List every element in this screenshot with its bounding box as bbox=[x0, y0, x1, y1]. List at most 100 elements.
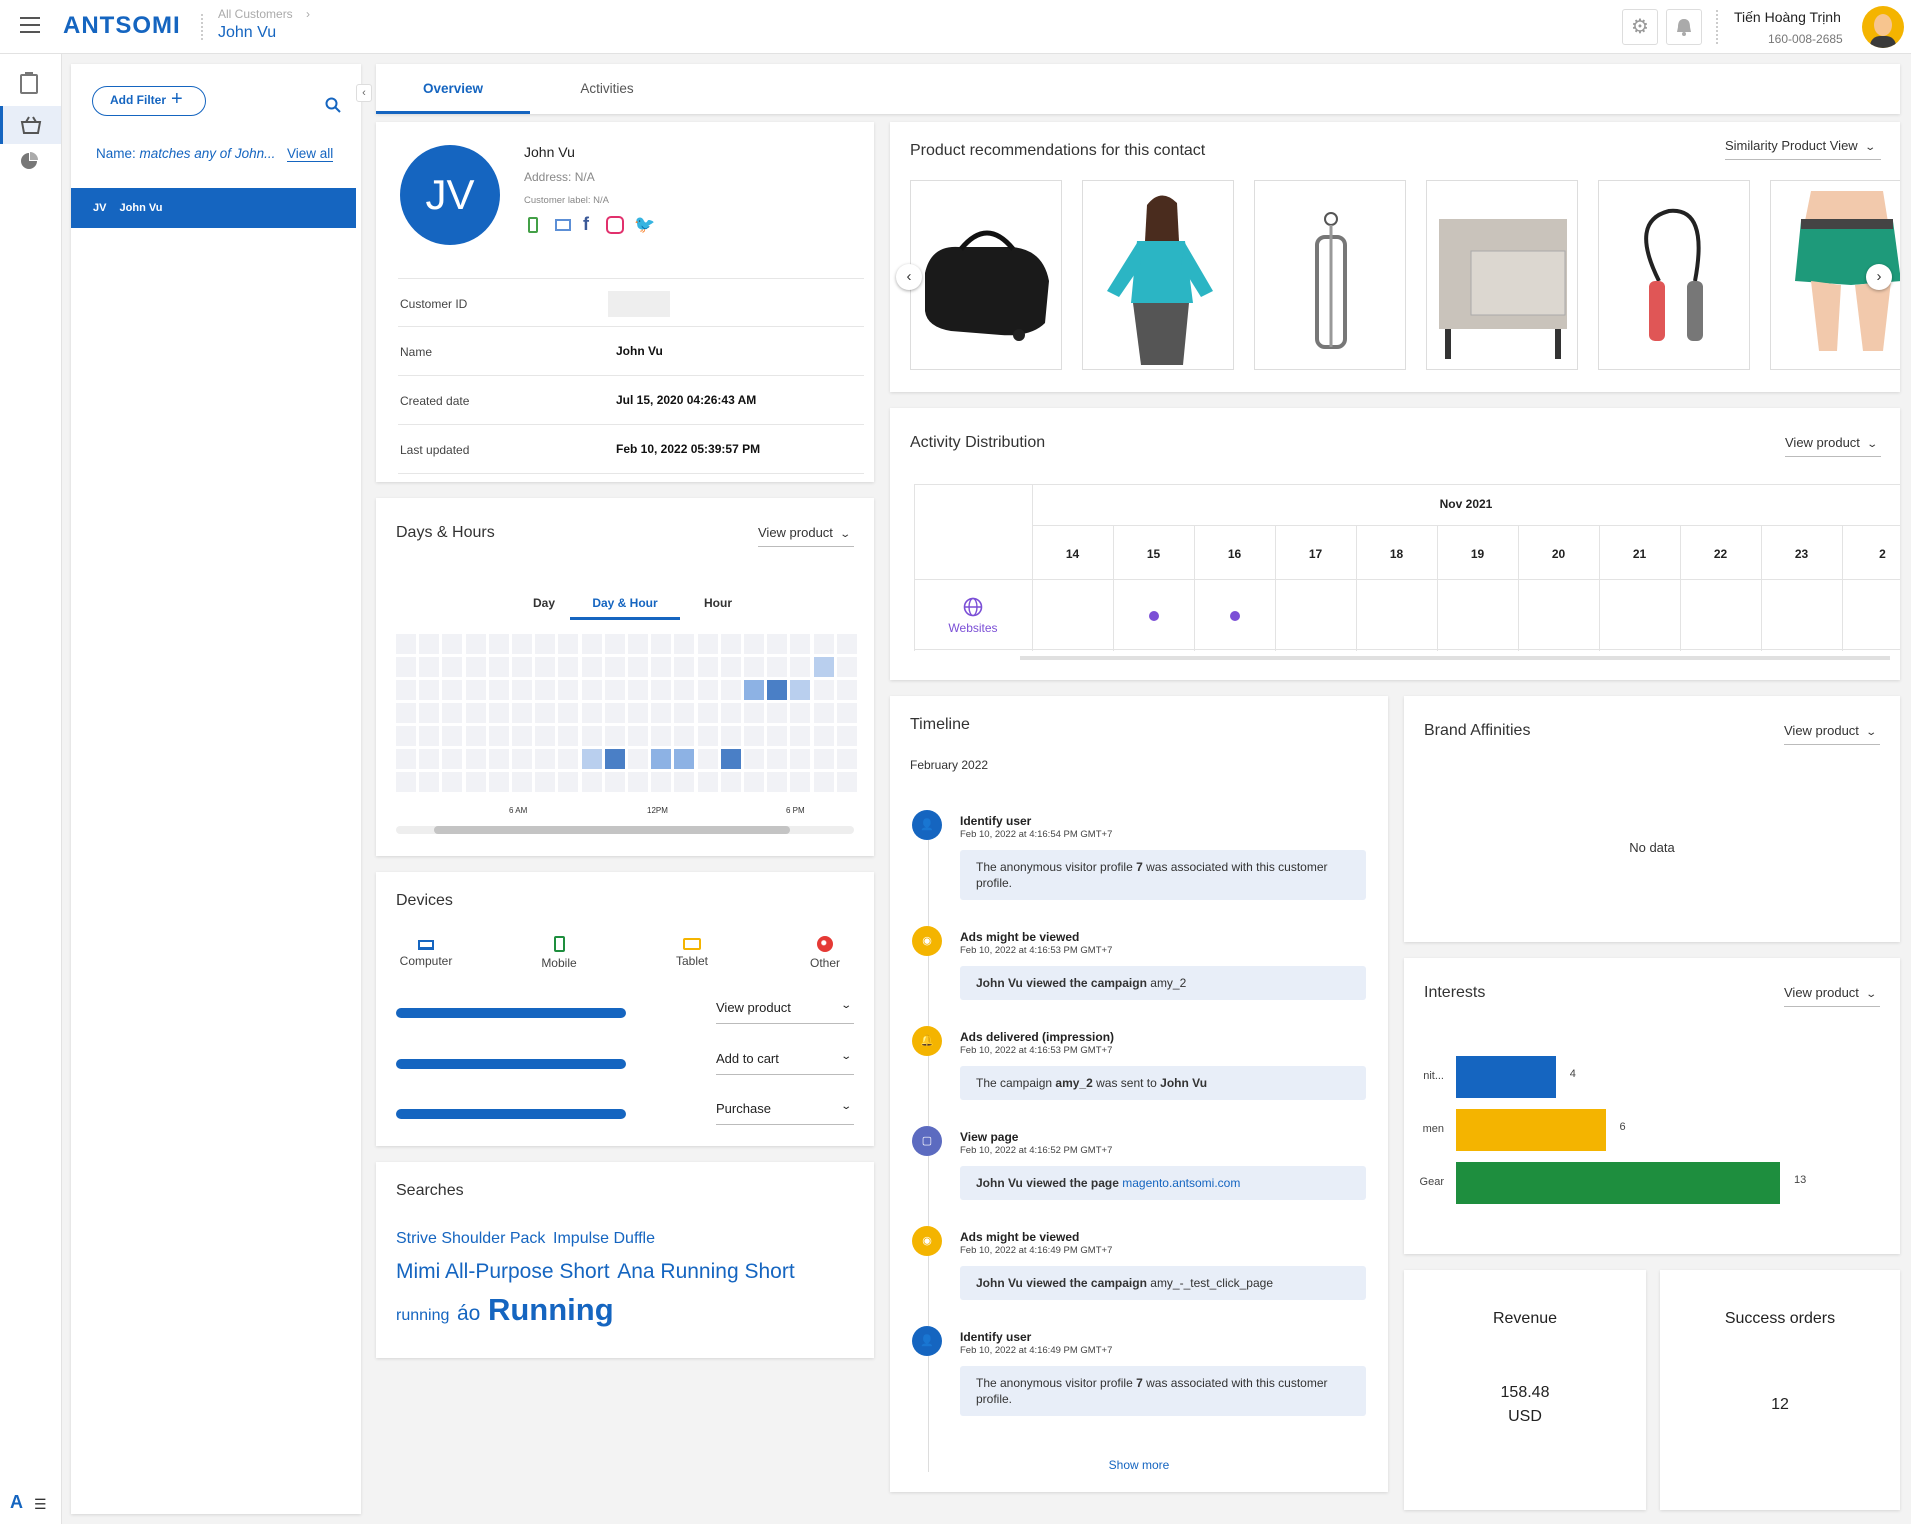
heatmap-cell[interactable] bbox=[604, 703, 625, 723]
breadcrumb-parent[interactable]: All Customers bbox=[218, 7, 293, 21]
pie-chart-icon[interactable] bbox=[20, 152, 38, 170]
search-term[interactable]: Ana Running Short bbox=[617, 1260, 794, 1283]
heatmap-cell[interactable] bbox=[488, 726, 509, 746]
heatmap-cell[interactable] bbox=[813, 749, 834, 769]
heatmap-cell[interactable] bbox=[744, 703, 764, 723]
product-card[interactable] bbox=[1598, 180, 1750, 370]
heatmap-cell[interactable] bbox=[396, 657, 416, 677]
heatmap-cell[interactable] bbox=[488, 772, 509, 792]
heatmap-cell[interactable] bbox=[767, 680, 788, 700]
heatmap-cell[interactable] bbox=[535, 634, 556, 654]
heatmap-cell[interactable] bbox=[604, 680, 625, 700]
heatmap-cell[interactable] bbox=[651, 634, 672, 654]
subtab-day-hour[interactable]: Day & Hour bbox=[570, 596, 680, 620]
facebook-icon[interactable]: f bbox=[583, 214, 589, 235]
search-term[interactable]: áo bbox=[457, 1302, 480, 1325]
heatmap-cell[interactable] bbox=[836, 772, 857, 792]
heatmap-cell[interactable] bbox=[396, 749, 416, 769]
heatmap-cell[interactable] bbox=[396, 726, 416, 746]
heatmap-cell[interactable] bbox=[465, 657, 486, 677]
list-item-selected[interactable]: JV John Vu bbox=[71, 188, 356, 228]
heatmap-cell[interactable] bbox=[396, 772, 416, 792]
heatmap-cell[interactable] bbox=[674, 703, 695, 723]
tab-activities[interactable]: Activities bbox=[530, 64, 684, 114]
heatmap-cell[interactable] bbox=[535, 657, 556, 677]
heatmap-cell[interactable] bbox=[790, 726, 811, 746]
heatmap-cell[interactable] bbox=[813, 703, 834, 723]
heatmap-cell[interactable] bbox=[720, 634, 741, 654]
heatmap-cell[interactable] bbox=[396, 703, 416, 723]
device-add-to-cart-select[interactable]: Add to cart ⌄ bbox=[716, 1051, 854, 1075]
heatmap-cell[interactable] bbox=[558, 703, 579, 723]
heatmap-cell[interactable] bbox=[651, 772, 672, 792]
heatmap-cell[interactable] bbox=[836, 726, 857, 746]
interest-bar[interactable] bbox=[1456, 1109, 1606, 1151]
heatmap-cell[interactable] bbox=[488, 657, 509, 677]
heatmap-cell[interactable] bbox=[744, 680, 764, 700]
heatmap-cell[interactable] bbox=[535, 680, 556, 700]
heatmap-cell[interactable] bbox=[442, 634, 463, 654]
heatmap-cell[interactable] bbox=[628, 749, 648, 769]
heatmap-cell[interactable] bbox=[465, 749, 486, 769]
heatmap-cell[interactable] bbox=[697, 657, 718, 677]
settings-button[interactable]: ⚙ bbox=[1622, 9, 1658, 45]
heatmap-cell[interactable] bbox=[535, 772, 556, 792]
activity-dot[interactable] bbox=[1148, 611, 1159, 621]
heatmap-cell[interactable] bbox=[512, 657, 532, 677]
nav-clipboard-icon[interactable] bbox=[20, 72, 38, 94]
heatmap-cell[interactable] bbox=[419, 772, 440, 792]
heatmap-cell[interactable] bbox=[442, 680, 463, 700]
antsomi-logo[interactable]: ANTSOMI bbox=[63, 12, 181, 40]
heatmap-cell[interactable] bbox=[651, 680, 672, 700]
heatmap-cell[interactable] bbox=[604, 634, 625, 654]
search-term[interactable]: running bbox=[396, 1307, 449, 1324]
heatmap-cell[interactable] bbox=[558, 634, 579, 654]
heatmap-cell[interactable] bbox=[396, 680, 416, 700]
product-card[interactable] bbox=[1254, 180, 1406, 370]
heatmap-cell[interactable] bbox=[396, 634, 416, 654]
device-purchase-select[interactable]: Purchase ⌄ bbox=[716, 1101, 854, 1125]
add-filter-button[interactable]: Add Filter + bbox=[92, 86, 206, 116]
activity-scrollbar[interactable] bbox=[1020, 656, 1890, 660]
heatmap-cell[interactable] bbox=[744, 657, 764, 677]
heatmap-cell[interactable] bbox=[767, 634, 788, 654]
heatmap-cell[interactable] bbox=[651, 703, 672, 723]
timeline-detail-text[interactable]: magento.antsomi.com bbox=[1122, 1176, 1240, 1190]
nav-item-customers[interactable] bbox=[0, 106, 61, 144]
heatmap-cell[interactable] bbox=[604, 726, 625, 746]
heatmap-cell[interactable] bbox=[604, 749, 625, 769]
heatmap-cell[interactable] bbox=[836, 634, 857, 654]
heatmap-cell[interactable] bbox=[558, 726, 579, 746]
heatmap-cell[interactable] bbox=[836, 657, 857, 677]
heatmap-cell[interactable] bbox=[651, 749, 672, 769]
interest-bar[interactable] bbox=[1456, 1162, 1780, 1204]
mobile-icon[interactable] bbox=[528, 217, 538, 233]
heatmap-cell[interactable] bbox=[744, 749, 764, 769]
heatmap-scrollbar[interactable] bbox=[396, 826, 854, 834]
heatmap-cell[interactable] bbox=[674, 749, 695, 769]
heatmap-cell[interactable] bbox=[465, 634, 486, 654]
heatmap-cell[interactable] bbox=[651, 726, 672, 746]
heatmap-cell[interactable] bbox=[790, 634, 811, 654]
heatmap-cell[interactable] bbox=[767, 657, 788, 677]
heatmap-cell[interactable] bbox=[581, 703, 602, 723]
heatmap-cell[interactable] bbox=[419, 680, 440, 700]
product-card[interactable] bbox=[910, 180, 1062, 370]
heatmap-cell[interactable] bbox=[488, 680, 509, 700]
brand-view-select[interactable]: View product ⌄ bbox=[1784, 723, 1880, 745]
tab-overview[interactable]: Overview bbox=[376, 64, 530, 114]
heatmap-cell[interactable] bbox=[697, 772, 718, 792]
heatmap-cell[interactable] bbox=[697, 680, 718, 700]
heatmap-cell[interactable] bbox=[581, 772, 602, 792]
heatmap-cell[interactable] bbox=[767, 772, 788, 792]
heatmap-cell[interactable] bbox=[512, 634, 532, 654]
heatmap-scrollbar-thumb[interactable] bbox=[434, 826, 790, 834]
view-all-link[interactable]: View all bbox=[287, 146, 334, 162]
heatmap-cell[interactable] bbox=[697, 703, 718, 723]
heatmap-cell[interactable] bbox=[581, 634, 602, 654]
heatmap-cell[interactable] bbox=[744, 634, 764, 654]
heatmap-cell[interactable] bbox=[628, 703, 648, 723]
heatmap-cell[interactable] bbox=[674, 634, 695, 654]
heatmap-cell[interactable] bbox=[512, 680, 532, 700]
heatmap-cell[interactable] bbox=[465, 726, 486, 746]
